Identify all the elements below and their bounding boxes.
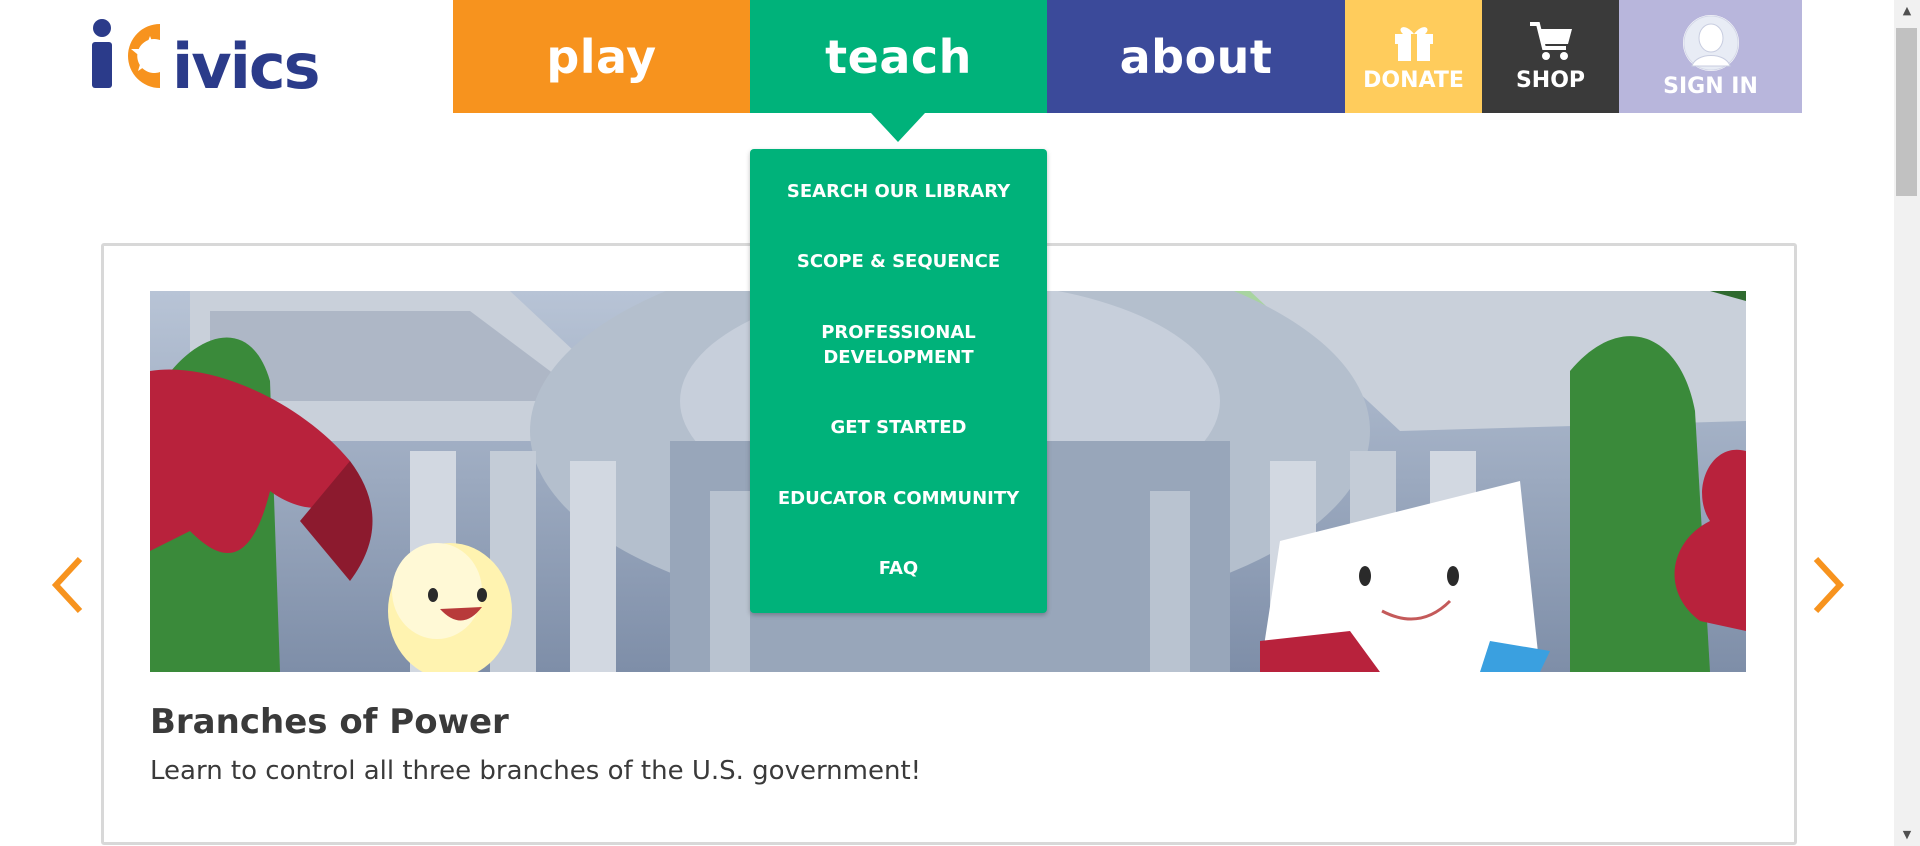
dropdown-caret [871,113,925,142]
nav-teach[interactable]: teach [750,0,1047,113]
menu-item-get-started[interactable]: GET STARTED [750,415,1047,440]
scroll-down-icon[interactable]: ▼ [1894,824,1920,846]
nav-play[interactable]: play [453,0,750,113]
shop-button[interactable]: SHOP [1482,0,1619,113]
slide-description: Learn to control all three branches of t… [150,756,922,786]
slide-title: Branches of Power [150,702,509,742]
user-avatar-icon [1682,15,1739,71]
scroll-up-icon[interactable]: ▲ [1894,0,1920,22]
menu-item-faq[interactable]: FAQ [750,556,1047,581]
nav-play-label: play [546,29,657,84]
chevron-left-icon[interactable] [48,555,88,615]
chevron-right-icon[interactable] [1808,555,1848,615]
menu-item-search-our-library[interactable]: SEARCH OUR LIBRARY [750,179,1047,204]
nav-teach-label: teach [825,29,972,84]
gift-icon [1394,27,1433,61]
scrollbar-thumb[interactable] [1896,28,1917,196]
menu-item-professional-development[interactable]: PROFESSIONAL DEVELOPMENT [750,320,1047,370]
donate-button[interactable]: DONATE [1345,0,1482,113]
sign-in-label: SIGN IN [1663,74,1758,99]
cart-icon [1529,22,1572,60]
donate-label: DONATE [1363,68,1464,93]
shop-label: SHOP [1515,68,1586,93]
nav-about[interactable]: about [1047,0,1345,113]
nav-about-label: about [1119,29,1273,84]
sign-in-button[interactable]: SIGN IN [1619,0,1802,113]
menu-item-scope-sequence[interactable]: SCOPE & SEQUENCE [750,249,1047,274]
svg-text:ivics: ivics [172,30,319,92]
teach-dropdown-menu: SEARCH OUR LIBRARY SCOPE & SEQUENCE PROF… [750,149,1047,613]
menu-item-educator-community[interactable]: EDUCATOR COMMUNITY [750,486,1047,511]
icivics-logo[interactable]: ivics [90,18,380,92]
